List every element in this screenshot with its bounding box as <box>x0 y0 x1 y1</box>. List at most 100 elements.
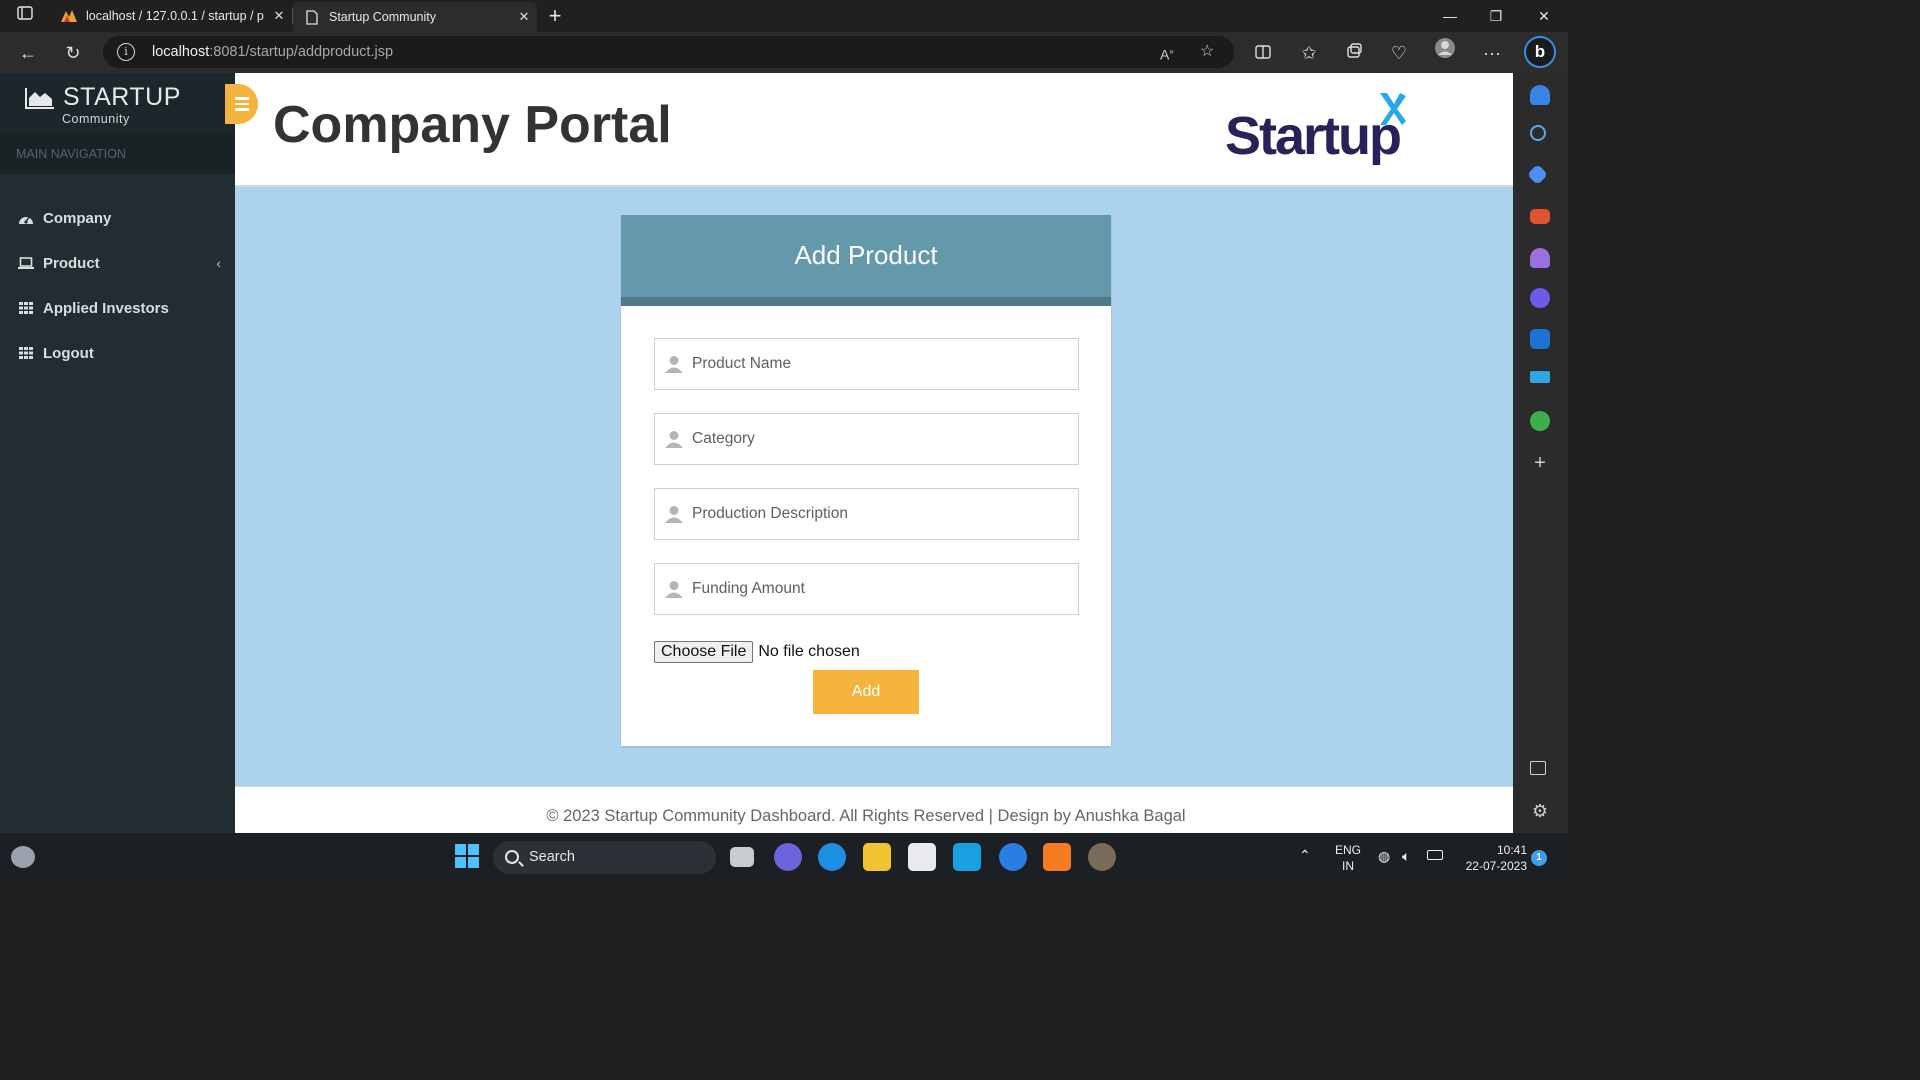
favorites-icon[interactable]: ✩ <box>1292 36 1326 70</box>
add-product-card: Add Product Choose File No file chosen A… <box>621 215 1111 746</box>
games-icon[interactable] <box>1530 248 1550 268</box>
sidebar-settings-gear-icon[interactable]: ⚙ <box>1530 801 1550 821</box>
teams-chat-icon[interactable] <box>774 843 802 871</box>
xampp-icon[interactable] <box>1043 843 1071 871</box>
funding-amount-input[interactable] <box>692 564 1072 614</box>
brand-name: STARTUP <box>63 83 181 111</box>
tools-briefcase-icon[interactable] <box>1530 209 1550 224</box>
choose-file-button[interactable]: Choose File <box>654 641 754 663</box>
weather-icon[interactable] <box>11 846 35 868</box>
file-upload: Choose File No file chosen <box>654 640 860 664</box>
sidebar-item-product[interactable]: Product ‹ <box>0 241 235 285</box>
windows-start-icon[interactable] <box>454 843 482 871</box>
clock-date: 22-07-2023 <box>1465 859 1527 873</box>
area-chart-icon <box>25 88 54 109</box>
edge-sidebar: + ⚙ <box>1513 73 1568 833</box>
dashboard-icon <box>18 212 34 225</box>
split-screen-icon[interactable] <box>1246 36 1280 70</box>
browser-essentials-icon[interactable]: ♡ <box>1382 36 1416 70</box>
battery-icon[interactable] <box>1427 850 1443 860</box>
microsoft-store-icon[interactable] <box>908 843 936 871</box>
sidebar-item-label: Applied Investors <box>43 299 169 317</box>
minimize-icon[interactable]: — <box>1427 0 1473 32</box>
back-icon[interactable]: ← <box>11 36 45 70</box>
collections-icon[interactable] <box>1337 36 1371 70</box>
notification-badge[interactable]: 1 <box>1531 850 1547 866</box>
user-icon <box>665 431 683 448</box>
restore-icon[interactable]: ❐ <box>1473 0 1519 32</box>
add-button[interactable]: Add <box>813 670 919 714</box>
notifications-bell-icon[interactable] <box>1530 85 1550 105</box>
description-input[interactable] <box>692 489 1072 539</box>
network-icon[interactable]: ◍ <box>1378 848 1390 864</box>
sidebar-item-label: Product <box>43 254 100 272</box>
tab-phpmyadmin[interactable]: localhost / 127.0.0.1 / startup / p ✕ <box>50 0 292 32</box>
browser-tab-strip: localhost / 127.0.0.1 / startup / p ✕ St… <box>0 0 1568 32</box>
file-status: No file chosen <box>758 643 860 660</box>
search-icon[interactable] <box>1530 125 1546 141</box>
user-icon <box>665 506 683 523</box>
product-name-field[interactable] <box>654 338 1079 390</box>
app-footer: © 2023 Startup Community Dashboard. All … <box>235 786 1513 833</box>
phpmyadmin-favicon-icon <box>60 8 78 24</box>
add-sidebar-app-icon[interactable]: + <box>1530 453 1550 473</box>
tab-startup-community[interactable]: Startup Community ✕ <box>293 2 537 32</box>
myhp-icon[interactable] <box>953 843 981 871</box>
menu-toggle-icon[interactable] <box>225 84 258 124</box>
volume-icon[interactable]: 🔈︎ <box>1402 848 1410 864</box>
refresh-icon[interactable]: ↻ <box>56 36 90 70</box>
outlook-icon[interactable] <box>1530 329 1550 349</box>
task-view-icon[interactable] <box>730 847 754 867</box>
category-input[interactable] <box>692 414 1072 464</box>
startup-logo: Startup <box>1225 91 1406 173</box>
windows-taskbar: Search ⌃ ENG IN ◍ 🔈︎ 10:41 22-07-2023 1 <box>0 833 1568 882</box>
new-tab-icon[interactable]: + <box>544 0 566 32</box>
sidebar-item-logout[interactable]: Logout <box>0 331 235 375</box>
brand-logo[interactable]: STARTUP Community <box>0 73 235 134</box>
favorite-star-icon[interactable]: ☆ <box>1200 36 1214 68</box>
settings-gear-icon[interactable] <box>1088 843 1116 871</box>
app-header: Company Portal Startup <box>225 73 1513 187</box>
read-aloud-icon[interactable]: A» <box>1160 36 1174 71</box>
logo-x-mark-icon <box>1380 93 1406 125</box>
site-info-icon[interactable]: i <box>117 43 135 61</box>
shopping-tag-icon[interactable] <box>1526 163 1549 186</box>
tree-icon[interactable] <box>1530 411 1550 431</box>
close-tab-icon[interactable]: ✕ <box>511 9 537 25</box>
edge-browser-icon[interactable] <box>818 843 846 871</box>
page-favicon-icon <box>303 9 321 25</box>
tab-actions-icon[interactable] <box>8 0 42 32</box>
close-tab-icon[interactable]: ✕ <box>266 8 292 24</box>
category-field[interactable] <box>654 413 1079 465</box>
url-text[interactable]: localhost:8081/startup/addproduct.jsp <box>152 36 393 68</box>
search-label: Search <box>529 849 575 865</box>
grid-icon <box>18 302 34 314</box>
settings-more-icon[interactable]: ··· <box>1475 36 1509 70</box>
search-icon <box>505 850 519 864</box>
profile-avatar[interactable] <box>1428 36 1462 70</box>
page-title: Company Portal <box>273 96 672 154</box>
sidebar-item-label: Company <box>43 209 112 227</box>
show-hidden-icons-icon[interactable]: ⌃ <box>1299 847 1311 863</box>
bing-copilot-icon[interactable]: b <box>1524 36 1556 68</box>
drop-send-icon[interactable] <box>1530 371 1550 383</box>
close-window-icon[interactable]: ✕ <box>1521 0 1567 32</box>
sidebar-item-company[interactable]: Company <box>0 196 235 240</box>
address-bar[interactable]: i localhost:8081/startup/addproduct.jsp … <box>103 36 1234 68</box>
microsoft-365-icon[interactable] <box>1530 288 1550 308</box>
file-explorer-icon[interactable] <box>863 843 891 871</box>
clock[interactable]: 10:41 22-07-2023 <box>1455 842 1527 874</box>
language-indicator[interactable]: ENG IN <box>1333 842 1363 874</box>
sidebar-item-label: Logout <box>43 344 94 362</box>
description-field[interactable] <box>654 488 1079 540</box>
help-icon[interactable] <box>999 843 1027 871</box>
footer-text: © 2023 Startup Community Dashboard. All … <box>546 807 1186 825</box>
user-icon <box>665 356 683 373</box>
hide-sidebar-icon[interactable] <box>1530 761 1546 775</box>
nav-header: MAIN NAVIGATION <box>0 134 235 174</box>
product-name-input[interactable] <box>692 339 1072 389</box>
taskbar-search[interactable]: Search <box>493 841 716 874</box>
funding-amount-field[interactable] <box>654 563 1079 615</box>
tab-title: Startup Community <box>329 10 436 24</box>
sidebar-item-applied-investors[interactable]: Applied Investors <box>0 286 235 330</box>
